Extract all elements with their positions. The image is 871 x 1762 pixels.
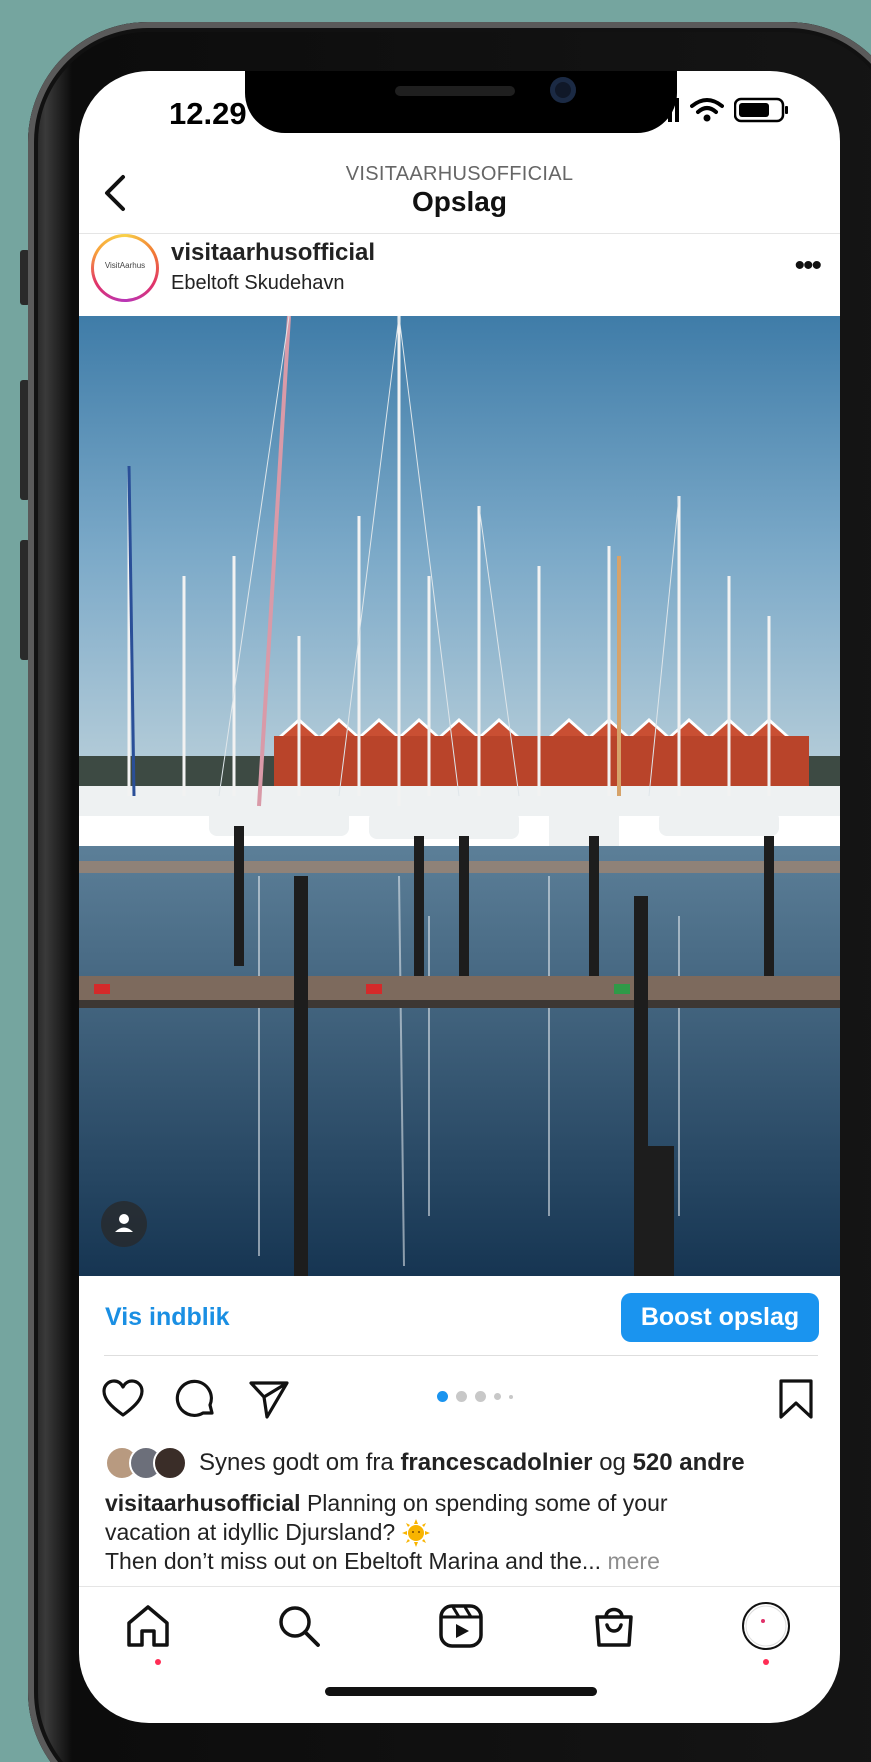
profile-icon[interactable] <box>741 1601 791 1651</box>
likes-row[interactable]: Synes godt om fra francescadolnier og 52… <box>105 1446 745 1480</box>
battery-icon <box>734 97 788 123</box>
likes-joiner: og <box>599 1449 626 1476</box>
carousel-dot <box>509 1394 513 1399</box>
home-indicator[interactable] <box>325 1687 597 1696</box>
carousel-dot <box>494 1393 501 1400</box>
likes-user[interactable]: francescadolnier <box>400 1449 592 1477</box>
caption-line-3: Then don’t miss out on Ebeltoft Marina a… <box>105 1548 660 1575</box>
search-icon[interactable] <box>274 1601 324 1651</box>
status-time: 12.29 <box>169 96 247 131</box>
screen: 12.29 VISITAARHUSOFFICIAL Opslag VisitAa… <box>79 71 840 1723</box>
header-divider <box>79 233 840 234</box>
harbour-photo <box>79 316 840 1276</box>
home-icon[interactable] <box>123 1601 173 1651</box>
bookmark-icon[interactable] <box>772 1375 820 1423</box>
caption-account[interactable]: visitaarhusofficial <box>105 1490 301 1516</box>
caption-line-1: visitaarhusofficial Planning on spending… <box>105 1490 825 1517</box>
notch <box>245 71 677 133</box>
reels-icon[interactable] <box>436 1601 486 1651</box>
sun-emoji-icon <box>401 1519 430 1547</box>
view-insights-link[interactable]: Vis indblik <box>105 1303 230 1332</box>
caption-line-2: vacation at idyllic Djursland? <box>105 1519 430 1547</box>
comment-icon[interactable] <box>172 1375 220 1423</box>
status-icons <box>668 97 790 123</box>
speaker <box>395 86 515 96</box>
share-icon[interactable] <box>245 1375 293 1423</box>
profile-notification-dot <box>763 1659 769 1665</box>
home-notification-dot <box>155 1659 161 1665</box>
post-photo[interactable] <box>79 316 840 1276</box>
avatar-logo: VisitAarhus <box>94 237 156 299</box>
insights-divider <box>104 1355 818 1356</box>
more-icon[interactable]: ••• <box>794 251 821 281</box>
device-frame: 12.29 VISITAARHUSOFFICIAL Opslag VisitAa… <box>0 0 871 1762</box>
carousel-dot <box>475 1391 486 1402</box>
camera <box>550 77 576 103</box>
page-title: Opslag <box>412 186 507 217</box>
wifi-icon <box>690 98 724 122</box>
carousel-dot-active <box>437 1391 448 1402</box>
caption-text-2: vacation at idyllic Djursland? <box>105 1519 396 1545</box>
user-tag-icon <box>115 1214 133 1232</box>
caption-text-1: Planning on spending some of your <box>306 1490 668 1516</box>
post-location[interactable]: Ebeltoft Skudehavn <box>171 272 344 295</box>
carousel-dot <box>456 1391 467 1402</box>
caption-more-link[interactable]: mere <box>607 1548 659 1574</box>
header-account: VISITAARHUSOFFICIAL <box>345 163 574 185</box>
carousel-indicator <box>437 1391 513 1402</box>
avatar-text: VisitAarhus <box>104 261 146 270</box>
heart-icon[interactable] <box>99 1375 147 1423</box>
liker-avatar <box>153 1446 187 1480</box>
nav-divider <box>79 1586 840 1587</box>
avatar[interactable]: VisitAarhus <box>91 234 159 302</box>
likes-prefix: Synes godt om fra <box>199 1449 394 1476</box>
caption-text-3: Then don’t miss out on Ebeltoft Marina a… <box>105 1548 602 1574</box>
user-tag-button[interactable] <box>101 1201 147 1247</box>
post-account-name[interactable]: visitaarhusofficial <box>171 239 375 267</box>
shop-icon[interactable] <box>589 1601 639 1651</box>
boost-post-button[interactable]: Boost opslag <box>621 1293 819 1342</box>
signal-icon <box>668 98 679 122</box>
likes-others[interactable]: 520 andre <box>633 1449 745 1477</box>
profile-avatar-icon <box>742 1602 790 1650</box>
